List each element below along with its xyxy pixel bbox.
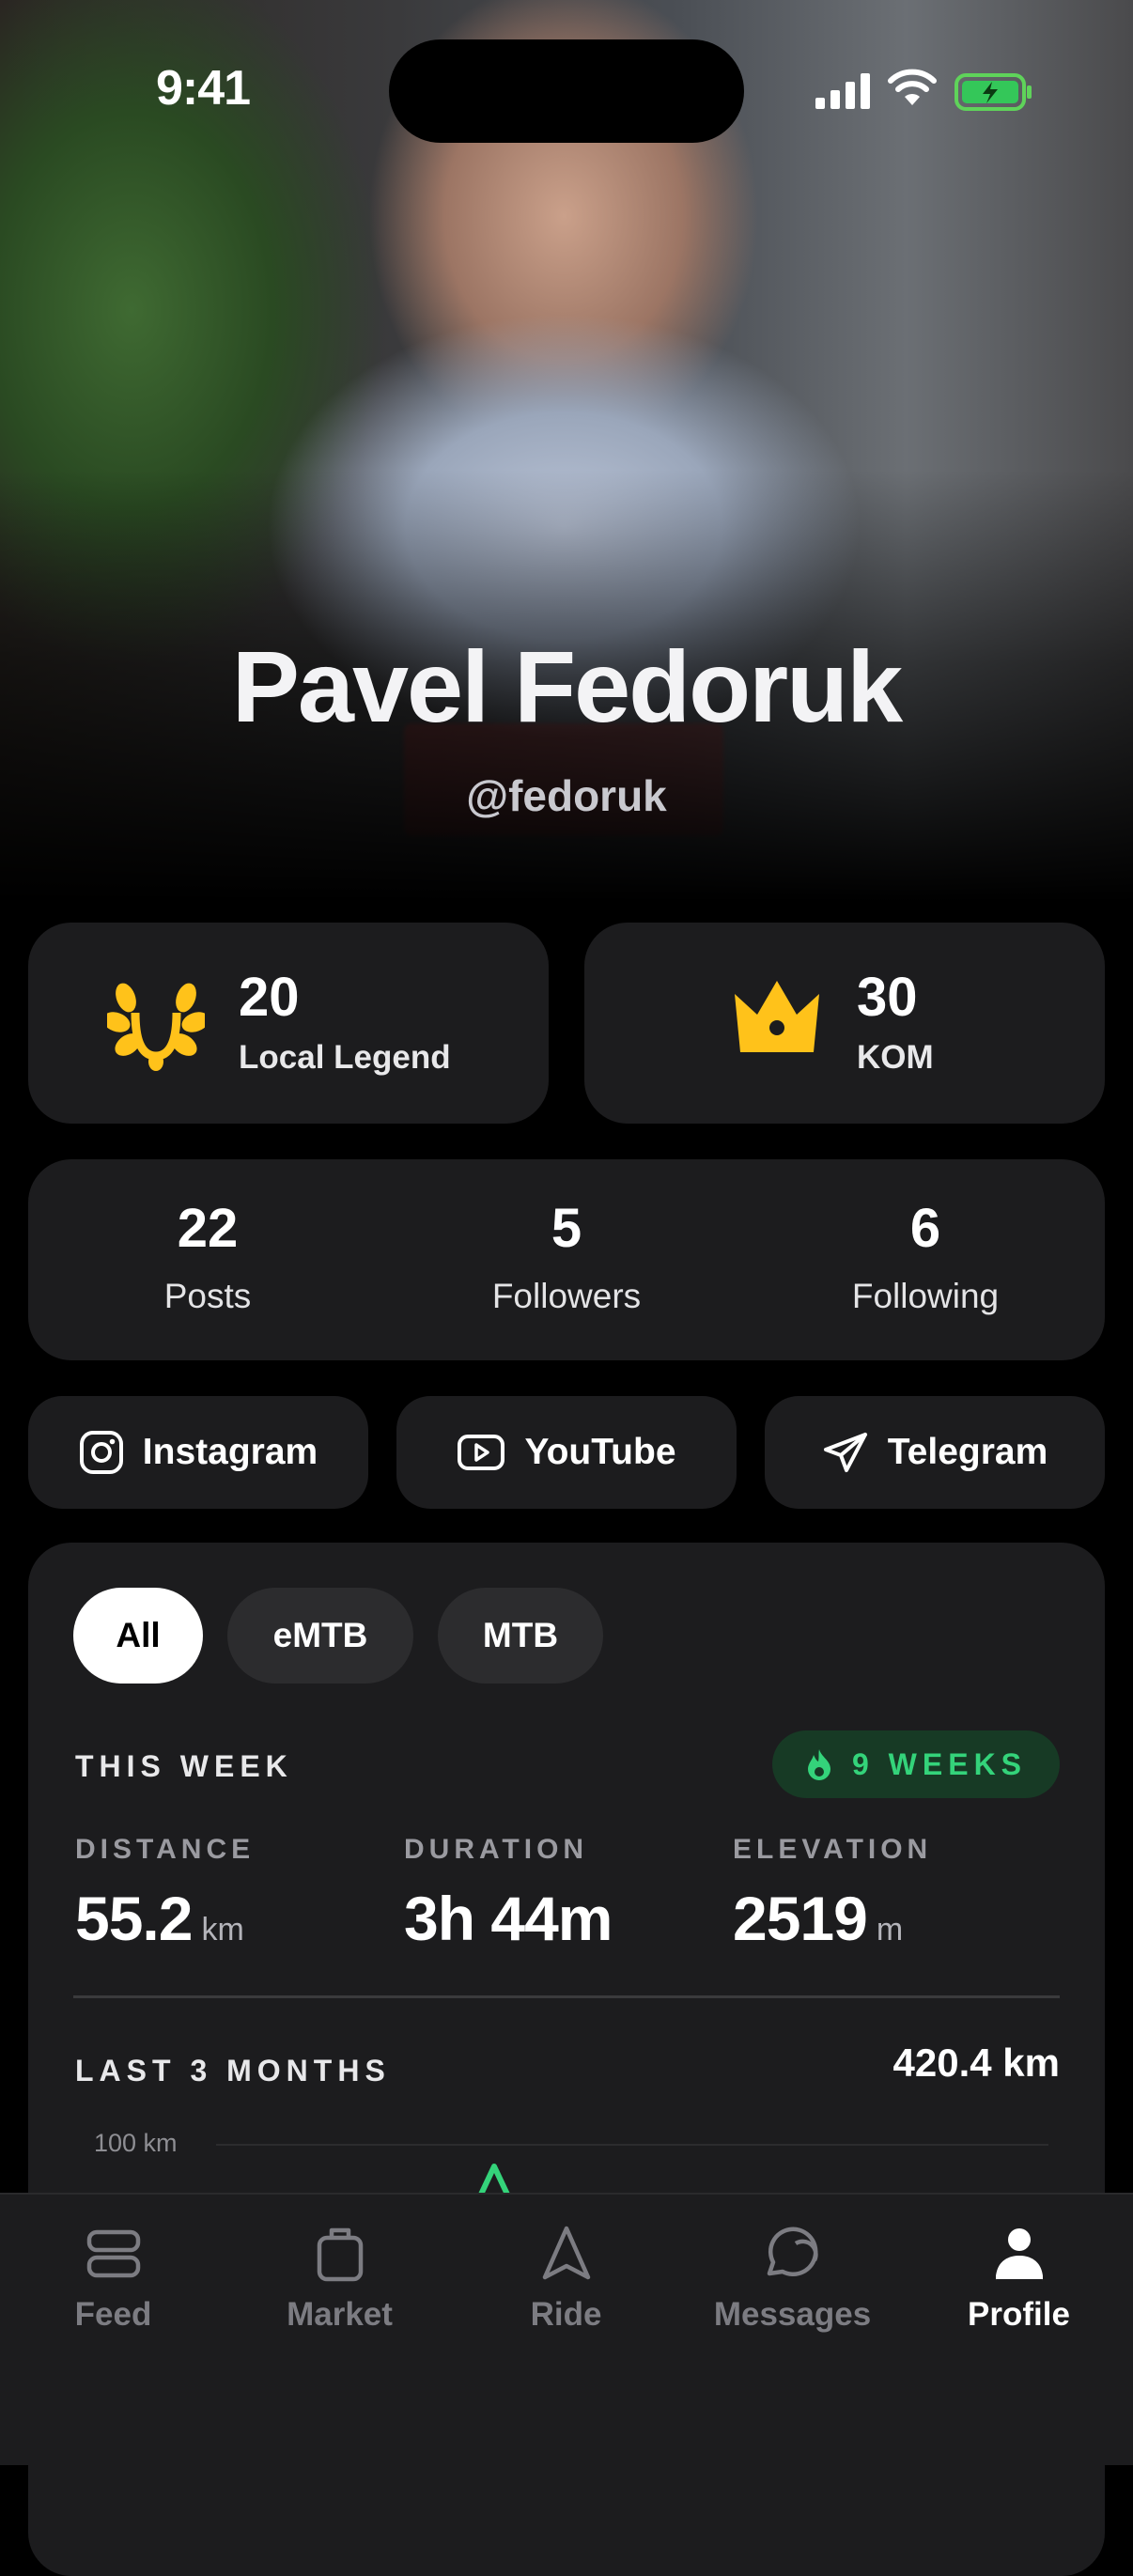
filter-all[interactable]: All bbox=[73, 1588, 203, 1684]
local-legend-label: Local Legend bbox=[239, 1039, 451, 1076]
shopping-bag-icon bbox=[317, 2227, 363, 2282]
tab-profile-label: Profile bbox=[968, 2296, 1070, 2333]
posts-label: Posts bbox=[163, 1277, 252, 1315]
tab-profile[interactable]: Profile bbox=[906, 2225, 1132, 2334]
local-legend-count: 20 bbox=[239, 967, 300, 1028]
tab-bar: Feed Market Ride Messages Profile bbox=[0, 2193, 1133, 2465]
duration-metric: DURATION 3h 44m bbox=[404, 1834, 613, 1954]
sport-filter: All eMTB MTB bbox=[73, 1588, 603, 1684]
kom-label: KOM bbox=[857, 1039, 934, 1076]
last-3-months-title: LAST 3 MONTHS bbox=[75, 2054, 391, 2087]
posts-stat[interactable]: 22 Posts bbox=[28, 1197, 387, 1316]
this-week-title: THIS WEEK bbox=[75, 1749, 293, 1783]
status-bar: 9:41 bbox=[0, 0, 1133, 178]
cellular-signal-icon bbox=[815, 73, 870, 109]
following-stat[interactable]: 6 Following bbox=[746, 1197, 1105, 1316]
youtube-icon bbox=[458, 1435, 505, 1470]
tab-feed[interactable]: Feed bbox=[0, 2225, 226, 2334]
filter-emtb[interactable]: eMTB bbox=[227, 1588, 413, 1684]
profile-name: Pavel Fedoruk bbox=[231, 629, 903, 743]
streak-badge: 9 WEEKS bbox=[772, 1730, 1060, 1798]
telegram-button[interactable]: Telegram bbox=[765, 1396, 1105, 1509]
profile-stats: 22 Posts 5 Followers 6 Following bbox=[28, 1159, 1105, 1360]
last-3-months-total: 420.4 km bbox=[892, 2041, 1060, 2085]
distance-value: 55.2 bbox=[75, 1884, 193, 1953]
following-count: 6 bbox=[909, 1198, 941, 1259]
wifi-icon bbox=[888, 69, 937, 105]
dynamic-island bbox=[389, 39, 744, 143]
followers-label: Followers bbox=[491, 1277, 642, 1315]
followers-count: 5 bbox=[551, 1198, 582, 1259]
kom-card[interactable]: 30 KOM bbox=[584, 923, 1105, 1124]
tab-messages[interactable]: Messages bbox=[679, 2225, 906, 2334]
telegram-icon bbox=[823, 1433, 867, 1472]
followers-stat[interactable]: 5 Followers bbox=[387, 1197, 746, 1316]
section-divider bbox=[73, 1995, 1060, 1998]
elevation-unit: m bbox=[876, 1912, 904, 1948]
youtube-button[interactable]: YouTube bbox=[396, 1396, 737, 1509]
profile-hero: 9:41 Pavel Fedoruk @fedoruk bbox=[0, 0, 1133, 902]
distance-metric: DISTANCE 55.2 km bbox=[75, 1834, 255, 1954]
elevation-label: ELEVATION bbox=[733, 1834, 933, 1865]
flame-icon bbox=[807, 1749, 830, 1780]
elevation-metric: ELEVATION 2519 m bbox=[733, 1834, 932, 1954]
tab-market[interactable]: Market bbox=[226, 2225, 453, 2334]
feed-icon bbox=[86, 2229, 140, 2278]
posts-count: 22 bbox=[177, 1198, 239, 1259]
following-label: Following bbox=[851, 1277, 1000, 1315]
tab-market-label: Market bbox=[287, 2296, 393, 2333]
duration-label: DURATION bbox=[404, 1834, 589, 1865]
crown-icon bbox=[735, 981, 819, 1052]
distance-unit: km bbox=[201, 1912, 244, 1948]
tab-ride-label: Ride bbox=[530, 2296, 602, 2333]
status-time: 9:41 bbox=[156, 61, 251, 116]
profile-handle: @fedoruk bbox=[466, 771, 667, 820]
tab-messages-label: Messages bbox=[713, 2296, 872, 2333]
instagram-button[interactable]: Instagram bbox=[28, 1396, 368, 1509]
chart-axis-label: 100 km bbox=[94, 2129, 178, 2157]
distance-label: DISTANCE bbox=[75, 1834, 256, 1865]
streak-label: 9 WEEKS bbox=[851, 1746, 1028, 1781]
instagram-icon bbox=[79, 1431, 123, 1474]
telegram-label: Telegram bbox=[887, 1432, 1048, 1472]
laurel-icon bbox=[107, 983, 205, 1071]
instagram-label: Instagram bbox=[142, 1432, 318, 1472]
tab-ride[interactable]: Ride bbox=[453, 2225, 679, 2334]
youtube-label: YouTube bbox=[524, 1432, 676, 1472]
kom-count: 30 bbox=[857, 967, 918, 1028]
navigation-arrow-icon bbox=[542, 2226, 590, 2280]
chart-gridline bbox=[216, 2144, 1048, 2146]
battery-charging-icon bbox=[955, 73, 1032, 111]
local-legend-card[interactable]: 20 Local Legend bbox=[28, 923, 549, 1124]
tab-feed-label: Feed bbox=[74, 2296, 152, 2333]
elevation-value: 2519 bbox=[733, 1884, 868, 1953]
chat-bubble-icon bbox=[767, 2227, 818, 2277]
filter-mtb[interactable]: MTB bbox=[438, 1588, 603, 1684]
person-icon bbox=[995, 2228, 1043, 2281]
duration-value: 3h 44m bbox=[404, 1884, 613, 1953]
